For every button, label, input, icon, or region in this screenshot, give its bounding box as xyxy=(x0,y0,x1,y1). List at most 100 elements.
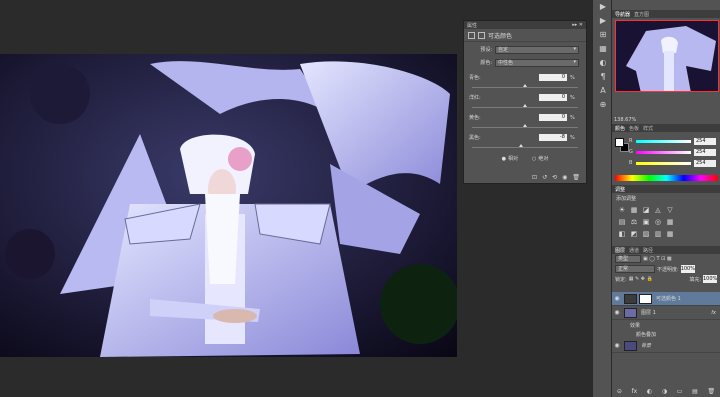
cyan-slider-thumb[interactable] xyxy=(523,84,527,87)
cyan-row: 青色: 0 % xyxy=(464,73,586,82)
color-balance-icon[interactable]: ⚖ xyxy=(629,218,639,227)
play-icon[interactable]: ▶ xyxy=(593,14,613,28)
yellow-slider[interactable] xyxy=(472,124,578,128)
colors-select[interactable]: 中性色 xyxy=(495,58,579,67)
cyan-slider[interactable] xyxy=(472,84,578,88)
zoom-level[interactable]: 138.67% xyxy=(614,117,636,123)
adjustment-icon xyxy=(468,31,475,39)
character-icon[interactable]: A xyxy=(593,84,613,98)
eye-icon[interactable]: ◉ xyxy=(612,295,622,302)
navigator-thumbnail[interactable] xyxy=(615,20,719,92)
green-value[interactable]: 254 xyxy=(694,149,716,156)
new-adjustment-icon[interactable]: ◑ xyxy=(662,388,667,395)
adjust-icon[interactable]: ◐ xyxy=(593,56,613,70)
magenta-slider-thumb[interactable] xyxy=(523,104,527,107)
eye-icon[interactable]: ◉ xyxy=(612,342,622,349)
table-icon[interactable]: ▦ xyxy=(593,42,613,56)
hue-saturation-icon[interactable]: ▤ xyxy=(617,218,627,227)
black-input[interactable]: -8 xyxy=(539,134,567,141)
adjustments-panel: 调整 添加调整 ☀ ▦ ◪ ◬ ▽ ▤ ⚖ ▣ ◎ ▦ ◧ ◩ ▨ ▥ ▦ xyxy=(612,185,720,245)
properties-panel-header[interactable]: 属性 ▸▸ ✕ xyxy=(464,21,586,29)
tab-swatches[interactable]: 色板 xyxy=(629,125,639,132)
delete-layer-icon[interactable]: 🗑 xyxy=(708,388,716,395)
green-slider[interactable] xyxy=(636,151,691,154)
blend-mode-select[interactable]: 正常 xyxy=(615,265,655,273)
mask-icon[interactable] xyxy=(478,31,485,39)
threshold-icon[interactable]: ▨ xyxy=(641,230,651,239)
reset-icon[interactable]: ⟲ xyxy=(552,174,557,181)
cyan-input[interactable]: 0 xyxy=(539,74,567,81)
eye-icon[interactable]: ◉ xyxy=(612,309,622,316)
fill-input[interactable]: 100% xyxy=(703,275,717,283)
relative-radio[interactable]: 相对 xyxy=(502,155,518,162)
lock-icons[interactable]: ▦ ✎ ✥ 🔒 xyxy=(629,276,653,282)
layer-kind-select[interactable]: 类型 xyxy=(615,255,641,263)
fill-label: 填充: xyxy=(689,276,701,283)
document-canvas-image[interactable] xyxy=(0,54,457,357)
selective-color-icon[interactable]: ▦ xyxy=(665,230,675,239)
layer-row-layer1[interactable]: ◉ 图层 1 fx xyxy=(612,306,720,320)
tab-channels[interactable]: 通道 xyxy=(629,247,639,254)
layer-filter-icons[interactable]: ▣ ◯ T ⊡ ▩ xyxy=(643,256,672,262)
mask-thumb[interactable] xyxy=(639,293,652,304)
invert-icon[interactable]: ◧ xyxy=(617,230,627,239)
tab-histogram[interactable]: 直方图 xyxy=(634,11,649,18)
play-icon[interactable]: ▶ xyxy=(593,0,613,14)
yellow-label: 黄色: xyxy=(469,115,481,121)
foreground-color-swatch[interactable] xyxy=(615,138,624,147)
brightness-icon[interactable]: ☀ xyxy=(617,206,627,215)
photo-filter-icon[interactable]: ◎ xyxy=(653,218,663,227)
paragraph-icon[interactable]: ¶ xyxy=(593,70,613,84)
add-style-icon[interactable]: fx xyxy=(632,388,638,395)
magenta-input[interactable]: 0 xyxy=(539,94,567,101)
new-layer-icon[interactable]: ▤ xyxy=(692,388,698,395)
blue-value[interactable]: 254 xyxy=(694,160,716,167)
red-slider[interactable] xyxy=(636,140,691,143)
layer-row-background[interactable]: ◉ 背景 xyxy=(612,339,720,353)
tab-paths[interactable]: 路径 xyxy=(643,247,653,254)
visibility-icon[interactable]: ◉ xyxy=(562,174,567,181)
fx-badge[interactable]: fx xyxy=(711,310,716,316)
black-slider[interactable] xyxy=(472,144,578,148)
grid-icon[interactable]: ⊞ xyxy=(593,28,613,42)
blue-slider[interactable] xyxy=(636,162,691,165)
properties-tab[interactable]: 属性 xyxy=(467,22,477,29)
opacity-input[interactable]: 100% xyxy=(680,265,695,273)
absolute-radio[interactable]: 绝对 xyxy=(532,155,548,162)
color-spectrum[interactable] xyxy=(615,175,718,181)
color-overlay-effect[interactable]: 颜色叠加 xyxy=(636,331,656,338)
view-previous-icon[interactable]: ↺ xyxy=(542,174,547,181)
tab-adjustments[interactable]: 调整 xyxy=(615,186,625,193)
yellow-input[interactable]: 0 xyxy=(539,114,567,121)
tab-layers[interactable]: 图层 xyxy=(615,247,625,254)
delete-icon[interactable]: 🗑 xyxy=(572,174,580,181)
channel-mixer-icon[interactable]: ▦ xyxy=(665,218,675,227)
exposure-icon[interactable]: ◬ xyxy=(653,206,663,215)
posterize-icon[interactable]: ◩ xyxy=(629,230,639,239)
layer-row-selective-color[interactable]: ◉ 可选颜色 1 xyxy=(612,292,720,306)
preset-select[interactable]: 自定 xyxy=(495,45,579,54)
adjustments-tabs: 调整 xyxy=(612,185,720,193)
new-group-icon[interactable]: ▭ xyxy=(677,388,683,395)
black-label: 黑色: xyxy=(469,135,481,141)
add-mask-icon[interactable]: ◐ xyxy=(647,388,652,395)
tool-preset-icon[interactable]: ⊕ xyxy=(593,98,613,112)
magenta-label: 洋红: xyxy=(469,95,481,101)
black-white-icon[interactable]: ▣ xyxy=(641,218,651,227)
red-value[interactable]: 254 xyxy=(694,138,716,145)
tab-color[interactable]: 颜色 xyxy=(615,125,625,132)
yellow-slider-thumb[interactable] xyxy=(523,124,527,127)
layers-footer: ⊝ fx ◐ ◑ ▭ ▤ 🗑 xyxy=(612,388,720,395)
clip-to-layer-icon[interactable]: ⊡ xyxy=(532,174,537,181)
tab-styles[interactable]: 样式 xyxy=(643,125,653,132)
link-layers-icon[interactable]: ⊝ xyxy=(617,388,622,395)
magenta-slider[interactable] xyxy=(472,104,578,108)
properties-panel[interactable]: 属性 ▸▸ ✕ 可选颜色 预设: 自定 颜色: 中性色 青色: 0 % 洋红: … xyxy=(463,20,587,184)
curves-icon[interactable]: ◪ xyxy=(641,206,651,215)
panel-collapse-controls[interactable]: ▸▸ ✕ xyxy=(572,22,583,28)
black-slider-thumb[interactable] xyxy=(518,144,523,147)
gradient-map-icon[interactable]: ▥ xyxy=(653,230,663,239)
levels-icon[interactable]: ▦ xyxy=(629,206,639,215)
tab-navigator[interactable]: 导航器 xyxy=(615,11,630,18)
vibrance-icon[interactable]: ▽ xyxy=(665,206,675,215)
